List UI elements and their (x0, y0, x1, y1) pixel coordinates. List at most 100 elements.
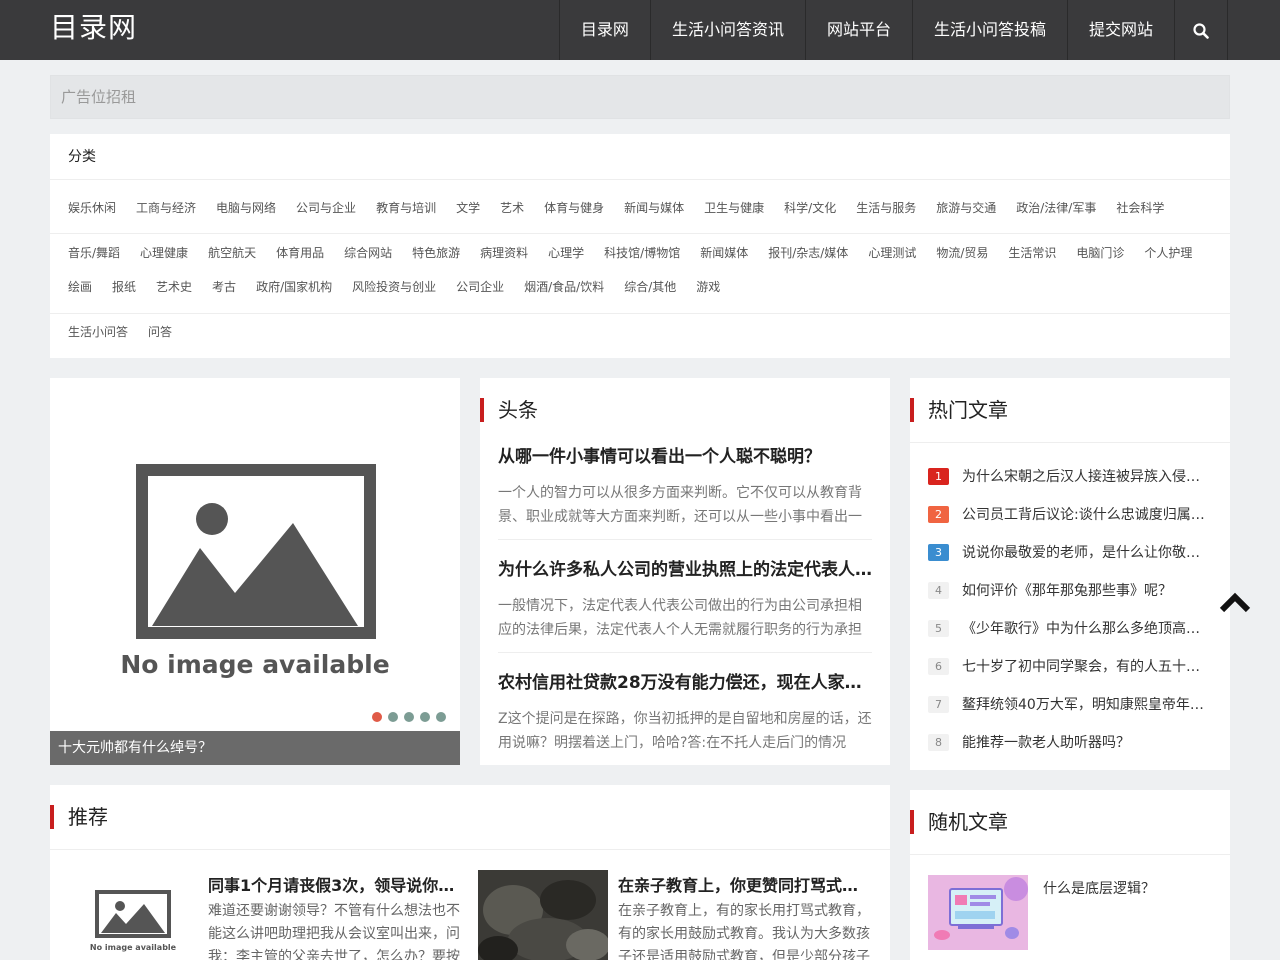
hot-article-title[interactable]: 公司员工背后议论:谈什么忠诚度归属感？ (962, 504, 1208, 524)
category-link[interactable]: 个人护理 (1144, 244, 1192, 261)
rank-badge: 7 (928, 695, 949, 713)
category-link[interactable]: 物流/贸易 (936, 244, 988, 261)
ad-banner[interactable]: 广告位招租 (50, 75, 1230, 119)
recommend-card[interactable]: 在亲子教育上，你更赞同打骂式教育还是鼓励式教育？ 在亲子教育上，有的家长用打骂式… (478, 870, 878, 960)
divider (50, 313, 1230, 314)
back-to-top-button[interactable] (1218, 590, 1252, 616)
rank-badge: 6 (928, 657, 949, 675)
headline-item-title[interactable]: 为什么许多私人公司的营业执照上的法定代表人不是老板？ (498, 555, 872, 580)
random-article-title[interactable]: 什么是底层逻辑？ (1043, 878, 1155, 898)
nav-item-platform[interactable]: 网站平台 (804, 0, 912, 60)
category-link[interactable]: 艺术史 (156, 278, 192, 295)
category-link[interactable]: 政治/法律/军事 (1016, 199, 1096, 216)
category-link[interactable]: 游戏 (696, 278, 720, 295)
article-thumbnail (478, 870, 608, 960)
recommend-panel: 推荐 No image available 同事1个月请丧假3次，领导说你家里人… (50, 785, 890, 960)
site-logo[interactable]: 目录网 (50, 6, 137, 46)
hot-articles-panel: 热门文章 1 为什么宋朝之后汉人接连被异族入侵而亡国？ 2 公司员工背后议论:谈什么忠… (910, 378, 1230, 770)
slider-dot[interactable] (404, 712, 414, 722)
search-button[interactable] (1174, 0, 1228, 60)
category-link[interactable]: 风险投资与创业 (352, 278, 436, 295)
category-link[interactable]: 文学 (456, 199, 480, 216)
category-link[interactable]: 航空航天 (208, 244, 256, 261)
hot-article-item[interactable]: 8 能推荐一款老人助听器吗？ (928, 732, 1208, 752)
category-link[interactable]: 体育与健身 (544, 199, 604, 216)
category-link[interactable]: 考古 (212, 278, 236, 295)
hot-article-item[interactable]: 1 为什么宋朝之后汉人接连被异族入侵而亡国？ (928, 466, 1208, 486)
chevron-up-icon (1219, 592, 1251, 613)
hot-article-title[interactable]: 为什么宋朝之后汉人接连被异族入侵而亡国？ (962, 466, 1208, 486)
category-link[interactable]: 体育用品 (276, 244, 324, 261)
hot-article-title[interactable]: 七十岁了初中同学聚会，有的人五十多年没见了？ (962, 656, 1208, 676)
hot-article-item[interactable]: 7 鳌拜统领40万大军，明知康熙皇帝年少，为何不反？ (928, 694, 1208, 714)
category-link[interactable]: 旅游与交通 (936, 199, 996, 216)
category-link[interactable]: 病理资料 (480, 244, 528, 261)
category-link[interactable]: 公司与企业 (296, 199, 356, 216)
category-link[interactable]: 社会科学 (1116, 199, 1164, 216)
divider (910, 854, 1230, 855)
hot-article-title[interactable]: 如何评价《那年那兔那些事》呢？ (962, 580, 1172, 600)
hot-article-item[interactable]: 2 公司员工背后议论:谈什么忠诚度归属感？ (928, 504, 1208, 524)
category-link[interactable]: 报纸 (112, 278, 136, 295)
category-row: 生活小问答 问答 (68, 323, 1220, 340)
hot-article-title[interactable]: 说说你最敬爱的老师，是什么让你敬爱他？ (962, 542, 1208, 562)
category-link[interactable]: 综合网站 (344, 244, 392, 261)
category-link[interactable]: 绘画 (68, 278, 92, 295)
category-link[interactable]: 心理测试 (868, 244, 916, 261)
hot-article-item[interactable]: 3 说说你最敬爱的老师，是什么让你敬爱他？ (928, 542, 1208, 562)
category-link[interactable]: 新闻与媒体 (624, 199, 684, 216)
category-link[interactable]: 问答 (148, 323, 172, 340)
category-link[interactable]: 教育与培训 (376, 199, 436, 216)
rank-badge: 2 (928, 505, 949, 523)
hot-article-title[interactable]: 《少年歌行》中为什么那么多绝顶高手？ (962, 618, 1208, 638)
recommend-card[interactable]: No image available 同事1个月请丧假3次，领导说你家里人都死光… (68, 870, 468, 960)
slider-caption[interactable]: 十大元帅都有什么绰号？ (50, 731, 460, 765)
category-link[interactable]: 烟酒/食品/饮料 (524, 278, 604, 295)
category-link[interactable]: 生活常识 (1008, 244, 1056, 261)
category-link[interactable]: 电脑与网络 (216, 199, 276, 216)
random-article-thumbnail[interactable] (928, 875, 1028, 950)
category-link[interactable]: 生活小问答 (68, 323, 128, 340)
slider-dot[interactable] (420, 712, 430, 722)
no-image-text: No image available (120, 650, 389, 679)
headline-item-desc: 一个人的智力可以从很多方面来判断。它不仅可以从教育背景、职业成就等大方面来判断，… (498, 485, 862, 525)
category-link[interactable]: 科学/文化 (784, 199, 836, 216)
hot-article-item[interactable]: 4 如何评价《那年那兔那些事》呢？ (928, 580, 1208, 600)
hot-article-title[interactable]: 能推荐一款老人助听器吗？ (962, 732, 1130, 752)
slider-dot[interactable] (372, 712, 382, 722)
headline-item-title[interactable]: 从哪一件小事情可以看出一个人聪不聪明？ (498, 442, 872, 467)
recommend-item-title[interactable]: 同事1个月请丧假3次，领导说你家里人都死光了吗？ (208, 872, 458, 896)
category-link[interactable]: 工商与经济 (136, 199, 196, 216)
category-row: 绘画 报纸 艺术史 考古 政府/国家机构 风险投资与创业 公司企业 烟酒/食品/饮料 综合/其他… (68, 278, 1220, 295)
category-link[interactable]: 娱乐休闲 (68, 199, 116, 216)
category-link[interactable]: 艺术 (500, 199, 524, 216)
category-link[interactable]: 音乐/舞蹈 (68, 244, 120, 261)
slider-dot[interactable] (436, 712, 446, 722)
nav-item-home[interactable]: 目录网 (558, 0, 650, 60)
slider-dot[interactable] (388, 712, 398, 722)
category-link[interactable]: 综合/其他 (624, 278, 676, 295)
category-link[interactable]: 生活与服务 (856, 199, 916, 216)
hot-article-item[interactable]: 5 《少年歌行》中为什么那么多绝顶高手？ (928, 618, 1208, 638)
headline-item-title[interactable]: 农村信用社贷款28万没有能力偿还，现在人家要起诉我怎么办？ (498, 668, 872, 693)
nav-item-news[interactable]: 生活小问答资讯 (649, 0, 805, 60)
category-link[interactable]: 新闻媒体 (700, 244, 748, 261)
category-link[interactable]: 政府/国家机构 (256, 278, 332, 295)
category-link[interactable]: 电脑门诊 (1076, 244, 1124, 261)
random-articles-title: 随机文章 (910, 810, 1008, 834)
recommend-item-desc: 在亲子教育上，有的家长用打骂式教育，有的家长用鼓励式教育。我认为大多数孩子还是适… (618, 903, 870, 960)
category-link[interactable]: 特色旅游 (412, 244, 460, 261)
category-link[interactable]: 公司企业 (456, 278, 504, 295)
hot-article-title[interactable]: 鳌拜统领40万大军，明知康熙皇帝年少，为何不反？ (962, 694, 1208, 714)
category-link[interactable]: 心理健康 (140, 244, 188, 261)
nav-item-submit-article[interactable]: 生活小问答投稿 (911, 0, 1067, 60)
category-link[interactable]: 科技馆/博物馆 (604, 244, 680, 261)
headline-title: 头条 (480, 398, 538, 422)
hot-article-item[interactable]: 6 七十岁了初中同学聚会，有的人五十多年没见了？ (928, 656, 1208, 676)
category-link[interactable]: 卫生与健康 (704, 199, 764, 216)
nav-item-submit-site[interactable]: 提交网站 (1066, 0, 1174, 60)
recommend-item-title[interactable]: 在亲子教育上，你更赞同打骂式教育还是鼓励式教育？ (618, 872, 868, 896)
category-link[interactable]: 心理学 (548, 244, 584, 261)
category-link[interactable]: 报刊/杂志/媒体 (768, 244, 848, 261)
image-slider[interactable]: No image available 十大元帅都有什么绰号？ (50, 378, 460, 765)
